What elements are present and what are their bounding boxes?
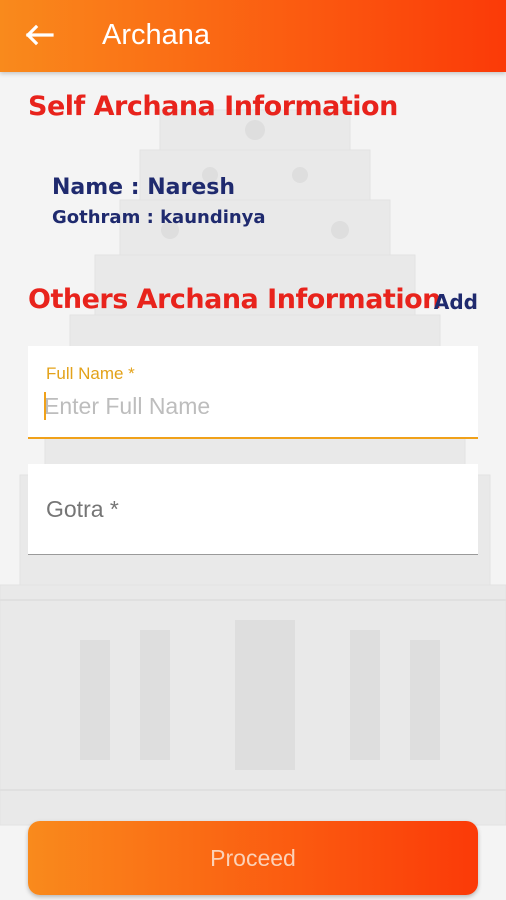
others-archana-heading: Others Archana Information xyxy=(28,284,441,315)
arrow-left-icon[interactable] xyxy=(24,22,56,48)
app-bar: Archana xyxy=(0,0,506,72)
add-button[interactable]: Add xyxy=(434,290,478,314)
gotra-field[interactable]: Gotra * xyxy=(28,464,478,555)
proceed-button[interactable]: Proceed xyxy=(28,821,478,895)
gotra-label: Gotra * xyxy=(46,496,119,522)
text-cursor xyxy=(44,392,46,420)
full-name-label: Full Name * xyxy=(46,364,135,383)
self-name-text: Name : Naresh xyxy=(52,175,236,200)
full-name-field[interactable]: Full Name * xyxy=(28,346,478,439)
self-archana-heading: Self Archana Information xyxy=(28,91,398,122)
main-content: Self Archana Information Name : Naresh G… xyxy=(0,0,506,900)
full-name-input[interactable] xyxy=(44,388,464,424)
self-gothram-text: Gothram : kaundinya xyxy=(52,207,266,228)
page-title: Archana xyxy=(102,19,211,51)
